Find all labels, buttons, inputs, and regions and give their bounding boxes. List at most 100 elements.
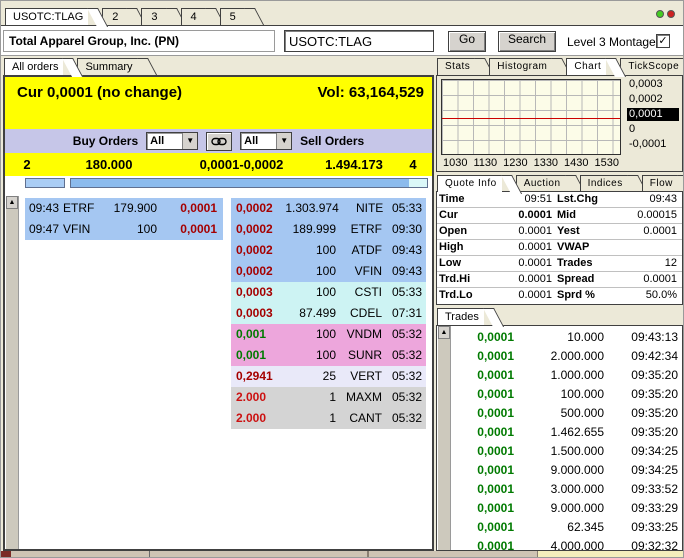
trade-price: 0,0001 — [477, 368, 514, 382]
header-bar: Total Apparel Group, Inc. (PN) Go Search… — [1, 25, 683, 56]
order-time: 09:43 — [391, 264, 422, 278]
market-maker: MAXM — [346, 390, 382, 404]
market-maker: SUNR — [347, 348, 382, 362]
scroll-up-icon[interactable]: ▲ — [6, 196, 18, 209]
montage-window: USOTC:TLAG 2 3 4 5 Total Apparel Group, … — [0, 0, 684, 558]
symbol-input[interactable] — [284, 30, 434, 52]
trade-row[interactable]: 0,0001 100.000 09:35:20 — [452, 385, 680, 404]
trade-time: 09:33:52 — [631, 482, 678, 496]
order-size: 1 — [329, 390, 336, 404]
sliver-segment — [369, 551, 537, 557]
search-button[interactable]: Search — [498, 31, 556, 52]
ask-size: 1.494.173 — [325, 157, 383, 172]
sell-order-row[interactable]: 2.000 1 MAXM 05:32 — [231, 387, 426, 408]
trade-time: 09:33:29 — [631, 501, 678, 515]
order-filter-toolbar: Buy Orders All ▼ All ▼ Sell Orders — [5, 129, 432, 153]
quote-label: Spread — [557, 273, 595, 285]
go-button[interactable]: Go — [448, 31, 486, 52]
trade-size: 62.345 — [567, 520, 604, 534]
sell-order-row[interactable]: 0,0003 100 CSTI 05:33 — [231, 282, 426, 303]
tab-quote-info[interactable]: Quote Info — [437, 175, 502, 192]
quote-value: 12 — [664, 257, 677, 269]
order-size: 100 — [315, 285, 336, 299]
quote-value: 0.0001 — [518, 289, 552, 301]
book-scrollbar[interactable]: ▲ — [6, 196, 19, 549]
tab-tickscope[interactable]: TickScope — [620, 58, 683, 75]
buy-filter-select[interactable]: All ▼ — [146, 132, 199, 150]
sell-order-row[interactable]: 0,0002 100 VFIN 09:43 — [231, 261, 426, 282]
order-book-container: Cur 0,0001 (no change) Vol: 63,164,529 B… — [3, 75, 434, 551]
sell-orders-table: 0,0002 1.303.974 NITE 05:33 0,0002 189.9… — [231, 198, 426, 429]
x-tick: 1430 — [564, 157, 589, 169]
trade-row[interactable]: 0,0001 9.000.000 09:34:25 — [452, 461, 680, 480]
trade-size: 10.000 — [567, 330, 604, 344]
chart-tab-bar: Stats Histogram Chart TickScope — [437, 58, 683, 75]
buy-filter-value: All — [150, 135, 165, 147]
order-size: 25 — [322, 369, 336, 383]
tab-5[interactable]: 5 — [219, 8, 245, 25]
bid-count: 2 — [23, 157, 31, 172]
trade-row[interactable]: 0,0001 1.462.655 09:35:20 — [452, 423, 680, 442]
trade-row[interactable]: 0,0001 1.500.000 09:34:25 — [452, 442, 680, 461]
order-time: 05:32 — [391, 327, 422, 341]
trade-row[interactable]: 0,0001 2.000.000 09:42:34 — [452, 347, 680, 366]
trade-price: 0,0001 — [477, 539, 514, 551]
sell-order-row[interactable]: 0,0002 1.303.974 NITE 05:33 — [231, 198, 426, 219]
tab-auction[interactable]: Auction — [515, 175, 566, 192]
quote-value: 0.0001 — [643, 273, 677, 285]
trade-row[interactable]: 0,0001 3.000.000 09:33:52 — [452, 480, 680, 499]
scroll-up-icon[interactable]: ▲ — [438, 326, 450, 339]
order-time: 05:32 — [391, 390, 422, 404]
sell-order-row[interactable]: 0,001 100 SUNR 05:32 — [231, 345, 426, 366]
link-orders-button[interactable] — [206, 131, 233, 151]
quote-info-row: Cur 0.0001 Mid 0.00015 — [437, 208, 682, 224]
trade-row[interactable]: 0,0001 9.000.000 09:33:29 — [452, 499, 680, 518]
tab-histogram[interactable]: Histogram — [489, 58, 553, 75]
sell-order-row[interactable]: 0,001 100 VNDM 05:32 — [231, 324, 426, 345]
quote-value: 0.00015 — [637, 209, 677, 221]
market-maker: VFIN — [63, 222, 91, 236]
trade-size: 1.500.000 — [550, 444, 604, 458]
buy-order-row[interactable]: 09:47 VFIN 100 0,0001 — [25, 219, 223, 240]
tab-usotc-tlag[interactable]: USOTC:TLAG — [5, 8, 89, 25]
chevron-down-icon[interactable]: ▼ — [182, 133, 198, 149]
sell-order-row[interactable]: 0,0002 189.999 ETRF 09:30 — [231, 219, 426, 240]
trade-row[interactable]: 0,0001 1.000.000 09:35:20 — [452, 366, 680, 385]
tab-all-orders[interactable]: All orders — [4, 58, 64, 75]
tab-summary[interactable]: Summary — [77, 58, 138, 75]
tab-indices[interactable]: Indices — [579, 175, 628, 192]
sell-order-row[interactable]: 2.000 1 CANT 05:32 — [231, 408, 426, 429]
trade-price: 0,0001 — [477, 387, 514, 401]
price-line — [442, 118, 620, 119]
order-size: 100 — [136, 222, 157, 236]
trade-price: 0,0001 — [477, 444, 514, 458]
tab-3[interactable]: 3 — [141, 8, 167, 25]
chevron-down-icon[interactable]: ▼ — [276, 133, 292, 149]
buy-order-row[interactable]: 09:43 ETRF 179.900 0,0001 — [25, 198, 223, 219]
tab-flow[interactable]: Flow — [641, 175, 678, 192]
trade-row[interactable]: 0,0001 500.000 09:35:20 — [452, 404, 680, 423]
sell-order-row[interactable]: 0,0002 100 ATDF 09:43 — [231, 240, 426, 261]
trade-row[interactable]: 0,0001 10.000 09:43:13 — [452, 328, 680, 347]
trades-scrollbar[interactable]: ▲ — [438, 326, 451, 550]
sliver-segment — [150, 551, 369, 557]
x-tick: 1130 — [473, 157, 498, 169]
tab-stats[interactable]: Stats — [437, 58, 476, 75]
tab-4[interactable]: 4 — [180, 8, 206, 25]
market-maker: VNDM — [346, 327, 382, 341]
orders-panel: All orders Summary Cur 0,0001 (no change… — [1, 58, 435, 551]
sell-order-row[interactable]: 0,0003 87.499 CDEL 07:31 — [231, 303, 426, 324]
quote-label: Trades — [557, 257, 593, 269]
level3-montage-checkbox[interactable]: ✓ — [656, 34, 670, 48]
level3-montage-label: Level 3 Montage — [567, 35, 656, 49]
trade-row[interactable]: 0,0001 62.345 09:33:25 — [452, 518, 680, 537]
order-time: 07:31 — [391, 306, 422, 320]
tab-trades[interactable]: Trades — [437, 308, 484, 325]
sell-filter-select[interactable]: All ▼ — [240, 132, 293, 150]
sell-order-row[interactable]: 0,2941 25 VERT 05:32 — [231, 366, 426, 387]
order-size: 189.999 — [292, 222, 336, 236]
company-name: Total Apparel Group, Inc. (PN) — [3, 30, 275, 52]
trade-row[interactable]: 0,0001 4.000.000 09:32:32 — [452, 537, 680, 551]
order-price: 0,2941 — [236, 369, 273, 383]
tab-chart[interactable]: Chart — [566, 58, 607, 75]
